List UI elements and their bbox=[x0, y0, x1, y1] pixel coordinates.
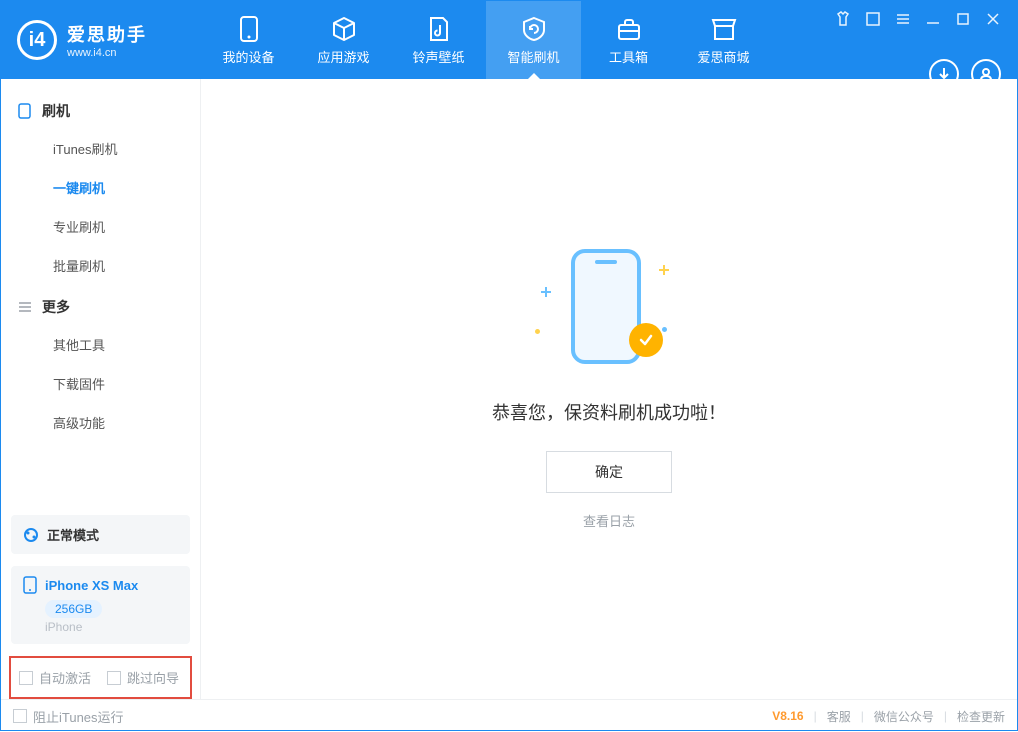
nav-toolbox[interactable]: 工具箱 bbox=[581, 1, 676, 79]
nav-label: 工具箱 bbox=[609, 47, 648, 66]
feedback-icon[interactable] bbox=[863, 9, 883, 29]
success-message: 恭喜您，保资料刷机成功啦！ bbox=[492, 399, 726, 425]
device-name: iPhone XS Max bbox=[45, 578, 138, 593]
ok-button[interactable]: 确定 bbox=[546, 451, 672, 493]
footer-link-update[interactable]: 检查更新 bbox=[957, 708, 1005, 725]
nav-apps-games[interactable]: 应用游戏 bbox=[296, 1, 391, 79]
music-file-icon bbox=[425, 15, 453, 43]
nav-smart-flash[interactable]: 智能刷机 bbox=[486, 1, 581, 79]
group-title: 刷机 bbox=[42, 101, 70, 121]
list-icon bbox=[17, 300, 32, 315]
refresh-shield-icon bbox=[520, 15, 548, 43]
view-log-link[interactable]: 查看日志 bbox=[583, 511, 635, 530]
tshirt-icon[interactable] bbox=[833, 9, 853, 29]
checkbox-label: 阻止iTunes运行 bbox=[33, 707, 124, 726]
sidebar-item-oneclick-flash[interactable]: 一键刷机 bbox=[1, 168, 200, 207]
sidebar-group-more: 更多 bbox=[1, 285, 200, 325]
minimize-icon[interactable] bbox=[923, 9, 943, 29]
version-label: V8.16 bbox=[772, 709, 803, 723]
device-icon bbox=[23, 576, 37, 594]
sidebar-item-advanced[interactable]: 高级功能 bbox=[1, 403, 200, 442]
group-title: 更多 bbox=[42, 297, 70, 317]
checkbox-auto-activate[interactable]: 自动激活 bbox=[19, 668, 91, 687]
device-storage: 256GB bbox=[45, 600, 102, 618]
account-button[interactable] bbox=[971, 59, 1001, 89]
footer-link-wechat[interactable]: 微信公众号 bbox=[874, 708, 934, 725]
logo: i4 爱思助手 www.i4.cn bbox=[1, 1, 201, 79]
nav-label: 智能刷机 bbox=[507, 47, 559, 66]
footer-link-support[interactable]: 客服 bbox=[827, 708, 851, 725]
checkbox-block-itunes[interactable]: 阻止iTunes运行 bbox=[13, 707, 124, 726]
close-icon[interactable] bbox=[983, 9, 1003, 29]
nav-label: 应用游戏 bbox=[317, 47, 369, 66]
status-bar: 阻止iTunes运行 V8.16 | 客服 | 微信公众号 | 检查更新 bbox=[1, 699, 1017, 732]
sidebar-item-download-firmware[interactable]: 下载固件 bbox=[1, 364, 200, 403]
shop-icon bbox=[710, 15, 738, 43]
checkbox-label: 跳过向导 bbox=[127, 668, 179, 687]
sidebar-item-pro-flash[interactable]: 专业刷机 bbox=[1, 207, 200, 246]
checkbox-label: 自动激活 bbox=[39, 668, 91, 687]
app-name: 爱思助手 bbox=[67, 21, 147, 47]
mode-card[interactable]: 正常模式 bbox=[11, 515, 190, 554]
phone-icon bbox=[235, 15, 263, 43]
sidebar-group-flash: 刷机 bbox=[1, 89, 200, 129]
app-header: i4 爱思助手 www.i4.cn 我的设备 应用游戏 铃声壁纸 智能刷机 工具… bbox=[1, 1, 1017, 79]
mode-label: 正常模式 bbox=[47, 525, 99, 544]
nav-my-device[interactable]: 我的设备 bbox=[201, 1, 296, 79]
checkbox-skip-guide[interactable]: 跳过向导 bbox=[107, 668, 179, 687]
device-type: iPhone bbox=[45, 620, 178, 634]
sidebar-item-itunes-flash[interactable]: iTunes刷机 bbox=[1, 129, 200, 168]
device-icon bbox=[17, 104, 32, 119]
options-box: 自动激活 跳过向导 bbox=[9, 656, 192, 699]
cube-icon bbox=[330, 15, 358, 43]
menu-icon[interactable] bbox=[893, 9, 913, 29]
checkbox-icon bbox=[107, 671, 121, 685]
nav-label: 铃声壁纸 bbox=[412, 47, 464, 66]
main-content: 恭喜您，保资料刷机成功啦！ 确定 查看日志 bbox=[201, 79, 1017, 699]
checkbox-icon bbox=[13, 709, 27, 723]
app-url: www.i4.cn bbox=[67, 47, 147, 59]
checkbox-icon bbox=[19, 671, 33, 685]
sidebar-item-other-tools[interactable]: 其他工具 bbox=[1, 325, 200, 364]
nav-label: 爱思商城 bbox=[697, 47, 749, 66]
logo-icon: i4 bbox=[17, 20, 57, 60]
toolbox-icon bbox=[615, 15, 643, 43]
window-controls bbox=[833, 1, 1017, 79]
sidebar-item-batch-flash[interactable]: 批量刷机 bbox=[1, 246, 200, 285]
sidebar: 刷机 iTunes刷机 一键刷机 专业刷机 批量刷机 更多 其他工具 下载固件 … bbox=[1, 79, 201, 699]
check-badge-icon bbox=[629, 323, 663, 357]
device-card[interactable]: iPhone XS Max 256GB iPhone bbox=[11, 566, 190, 644]
mode-icon bbox=[23, 527, 39, 543]
success-illustration bbox=[549, 249, 669, 369]
top-nav: 我的设备 应用游戏 铃声壁纸 智能刷机 工具箱 爱思商城 bbox=[201, 1, 771, 79]
maximize-icon[interactable] bbox=[953, 9, 973, 29]
download-button[interactable] bbox=[929, 59, 959, 89]
nav-ringtone-wallpaper[interactable]: 铃声壁纸 bbox=[391, 1, 486, 79]
nav-label: 我的设备 bbox=[222, 47, 274, 66]
nav-store[interactable]: 爱思商城 bbox=[676, 1, 771, 79]
